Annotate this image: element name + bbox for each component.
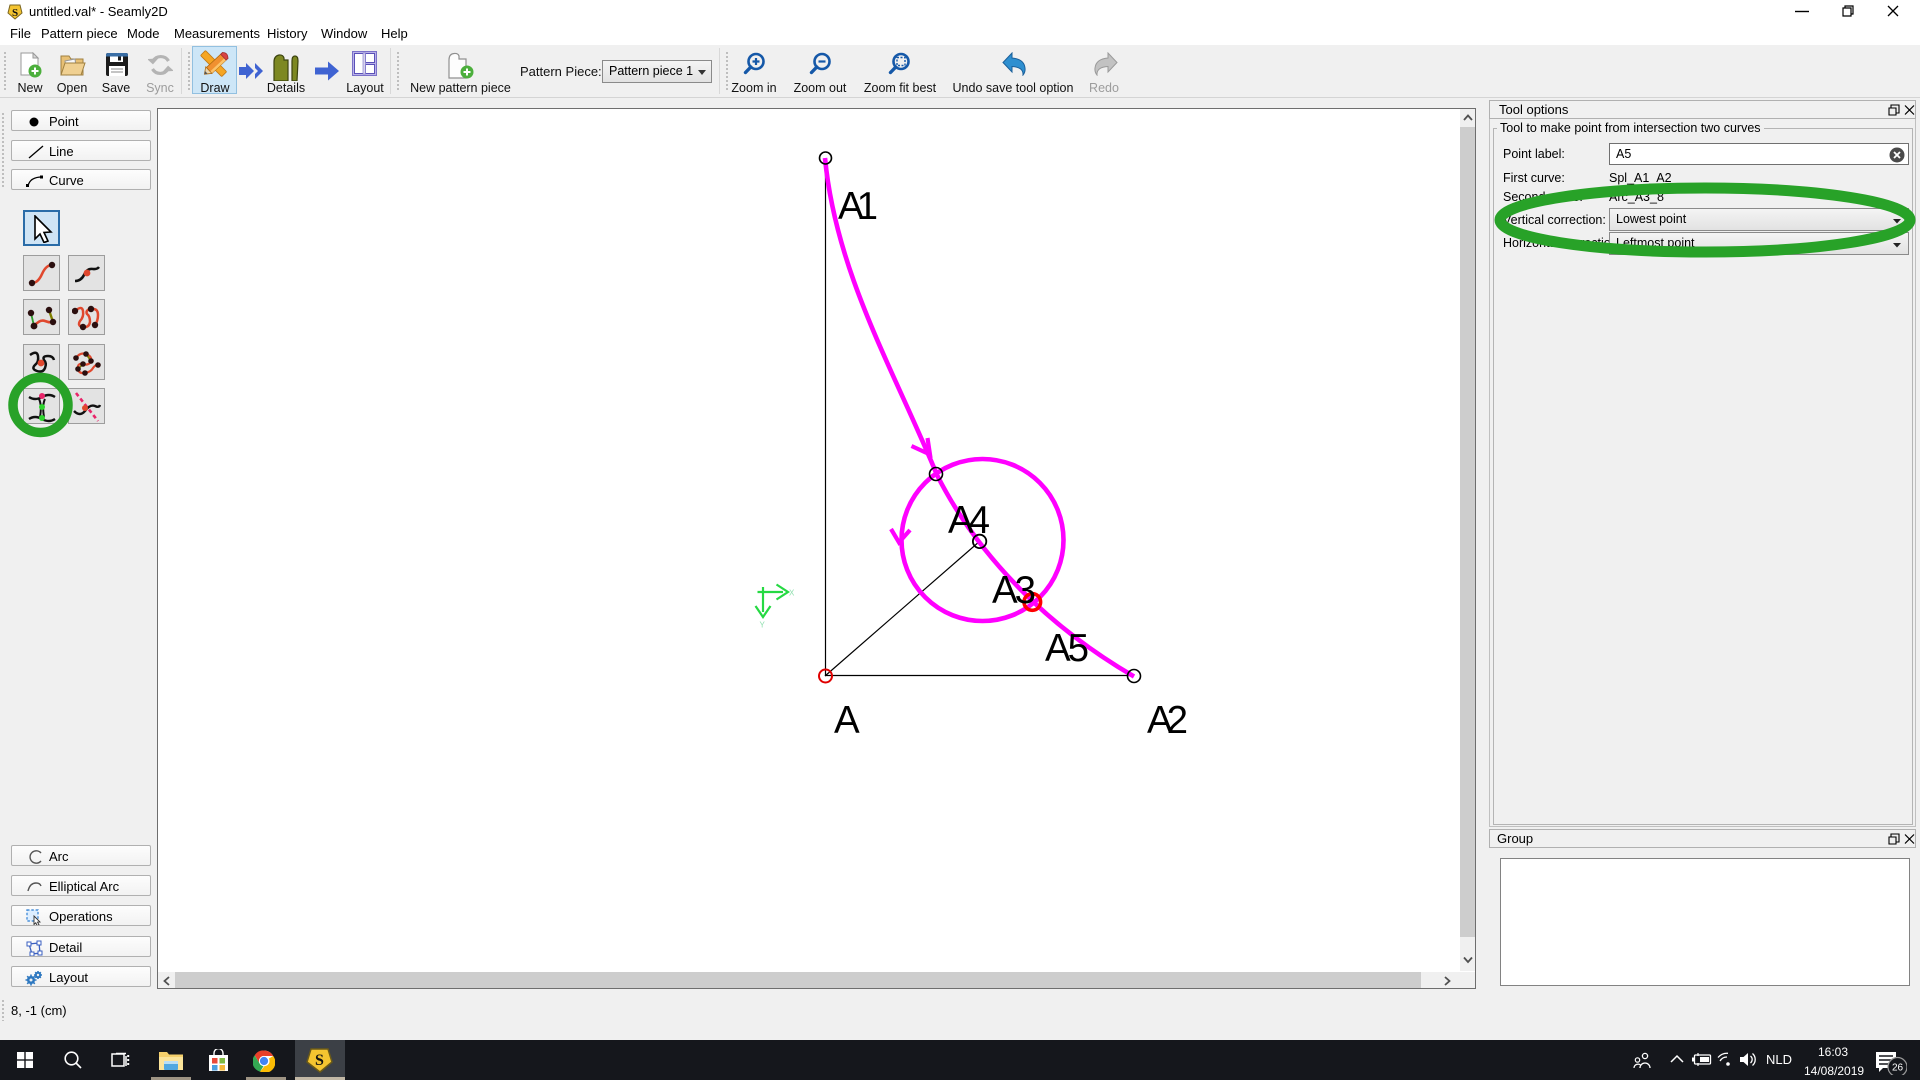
svg-text:A2: A2: [1147, 699, 1188, 742]
svg-text:S: S: [315, 1052, 324, 1069]
svg-text:S: S: [12, 7, 18, 19]
svg-text:A1: A1: [838, 185, 878, 228]
svg-text:A4: A4: [948, 499, 990, 542]
svg-text:A3: A3: [992, 569, 1036, 612]
svg-text:A: A: [834, 699, 860, 742]
svg-text:26: 26: [1892, 1063, 1904, 1074]
svg-text:X: X: [789, 589, 795, 598]
svg-text:A5: A5: [1045, 627, 1089, 670]
svg-text:Y: Y: [760, 621, 766, 630]
